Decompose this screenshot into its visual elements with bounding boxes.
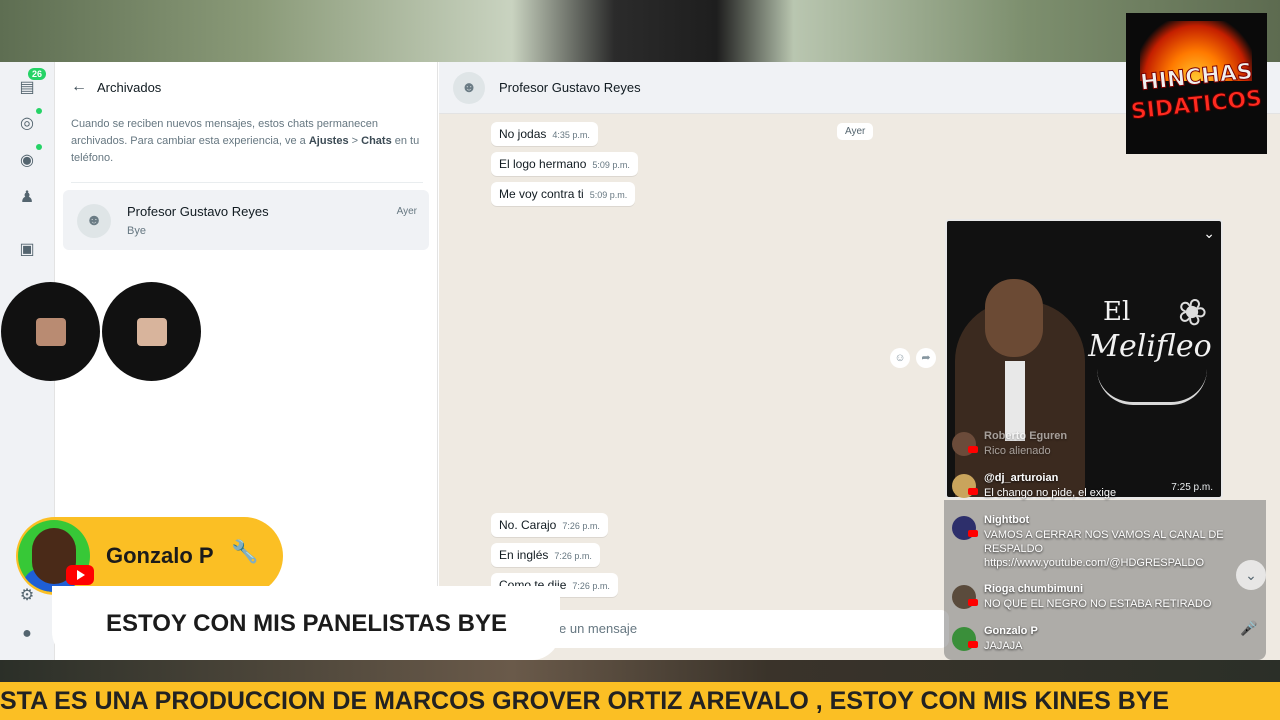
panelist-face	[36, 318, 66, 346]
contact-avatar-icon[interactable]: ☻	[453, 72, 485, 104]
archived-title: Archivados	[97, 79, 162, 95]
host-message-text: ESTOY CON MIS PANELISTAS BYE	[106, 610, 507, 637]
communities-icon[interactable]: ♟	[15, 186, 39, 210]
illustration-face	[985, 279, 1043, 357]
message-text: No. Carajo	[499, 518, 557, 532]
chat-text: VAMOS A CERRAR NOS VAMOS AL CANAL DE RES…	[984, 529, 1224, 569]
video-brand: Melifleo	[1088, 329, 1212, 364]
forward-icon[interactable]: ➦	[916, 348, 936, 368]
emoji-react-icon[interactable]: ☺	[890, 348, 910, 368]
message-time: 7:26 p.m.	[562, 521, 600, 531]
message-time: 5:09 p.m.	[589, 190, 628, 200]
message-text: No jodas	[499, 127, 547, 141]
chat-user-name: Roberto Eguren	[984, 430, 1068, 442]
panelist-cam	[102, 282, 201, 381]
back-arrow-icon[interactable]: ←	[71, 78, 87, 96]
video-brand-el: El	[1103, 297, 1131, 327]
chevron-down-icon[interactable]: ⌄	[1203, 225, 1215, 242]
message-time: 7:26 p.m.	[554, 551, 592, 561]
message-bubble[interactable]: No. Carajo 7:26 p.m.	[491, 513, 608, 537]
ticker-text: STA ES UNA PRODUCCION DE MARCOS GROVER O…	[0, 687, 1170, 715]
status-icon[interactable]: ◎	[15, 112, 39, 136]
contact-avatar-icon: ☻	[77, 204, 111, 238]
video-background-bottom	[0, 660, 1280, 682]
youtube-icon	[968, 641, 978, 648]
unread-badge: 26	[28, 68, 47, 80]
chat-user-name: @dj_arturoian	[984, 472, 1059, 484]
youtube-icon	[968, 488, 978, 495]
youtube-icon	[968, 530, 978, 537]
chat-last-message: Bye	[127, 225, 146, 237]
message-bubble[interactable]: En inglés 7:26 p.m.	[491, 543, 600, 567]
archived-chat-item[interactable]: ☻ Profesor Gustavo Reyes Bye Ayer	[63, 190, 429, 250]
channels-icon[interactable]: ◉	[15, 149, 39, 173]
news-ticker: STA ES UNA PRODUCCION DE MARCOS GROVER O…	[0, 682, 1280, 720]
youtube-icon	[968, 446, 978, 453]
microphone-icon[interactable]: 🎤	[1240, 620, 1257, 637]
stream-chat-message: Gonzalo P JAJAJA	[944, 623, 1266, 657]
stream-chat: Roberto Eguren Rico alienado @dj_arturoi…	[944, 420, 1266, 660]
contact-name: Profesor Gustavo Reyes	[499, 80, 641, 95]
chats-link[interactable]: Chats	[361, 135, 392, 147]
profile-icon[interactable]: ●	[15, 622, 39, 646]
chat-name: Profesor Gustavo Reyes	[127, 204, 269, 219]
store-icon[interactable]: ▣	[15, 238, 39, 262]
video-background-top	[0, 0, 1280, 62]
stream-chat-message: Nightbot VAMOS A CERRAR NOS VAMOS AL CAN…	[944, 512, 1266, 578]
panelist-cam	[1, 282, 100, 381]
settings-link[interactable]: Ajustes	[309, 135, 349, 147]
stream-chat-message: Roberto Eguren Rico alienado	[944, 428, 1266, 464]
youtube-icon	[66, 565, 94, 585]
archived-info: Cuando se reciben nuevos mensajes, estos…	[71, 116, 423, 167]
message-text: Me voy contra ti	[499, 187, 584, 201]
wrench-icon: 🔧	[231, 539, 259, 564]
divider	[71, 182, 423, 183]
panelist-face	[137, 318, 167, 346]
message-bubble[interactable]: El logo hermano 5:09 p.m.	[491, 152, 638, 176]
status-dot	[36, 108, 42, 114]
chat-text: El chango no pide, el exige	[984, 487, 1117, 499]
chat-text: Rico alienado	[984, 445, 1051, 457]
host-nameplate: Gonzalo P 🔧	[16, 517, 283, 595]
chat-text: NO QUE EL NEGRO NO ESTABA RETIRADO	[984, 598, 1212, 610]
message-time: 5:09 p.m.	[592, 160, 630, 170]
book-icon	[1097, 369, 1207, 405]
channel-logo: HINCHAS SIDATICOS	[1126, 13, 1267, 154]
message-input-placeholder: e un mensaje	[559, 621, 638, 636]
stream-chat-message: @dj_arturoian El chango no pide, el exig…	[944, 470, 1266, 504]
day-divider: Ayer	[837, 123, 874, 140]
chat-user-name: Nightbot	[984, 514, 1030, 526]
stream-chat-message: Rioga chumbimuni NO QUE EL NEGRO NO ESTA…	[944, 581, 1266, 615]
scroll-down-icon[interactable]: ⌄	[1236, 560, 1266, 590]
archived-header: ← Archivados	[71, 78, 161, 96]
host-message: ESTOY CON MIS PANELISTAS BYE	[52, 586, 560, 660]
message-time: 4:35 p.m.	[552, 130, 590, 140]
chat-time: Ayer	[396, 206, 417, 217]
message-bubble[interactable]: Me voy contra ti 5:09 p.m.	[491, 182, 636, 206]
message-text: En inglés	[499, 548, 549, 562]
chat-user-name: Gonzalo P	[984, 625, 1038, 637]
channels-dot	[36, 144, 42, 150]
info-separator: >	[348, 135, 362, 147]
message-bubble[interactable]: No jodas 4:35 p.m.	[491, 122, 598, 146]
youtube-icon	[968, 599, 978, 606]
message-time: 7:26 p.m.	[572, 581, 610, 591]
chat-text: JAJAJA	[984, 640, 1023, 652]
message-text: El logo hermano	[499, 157, 587, 171]
host-name: Gonzalo P	[106, 543, 214, 568]
chat-user-name: Rioga chumbimuni	[984, 583, 1083, 595]
